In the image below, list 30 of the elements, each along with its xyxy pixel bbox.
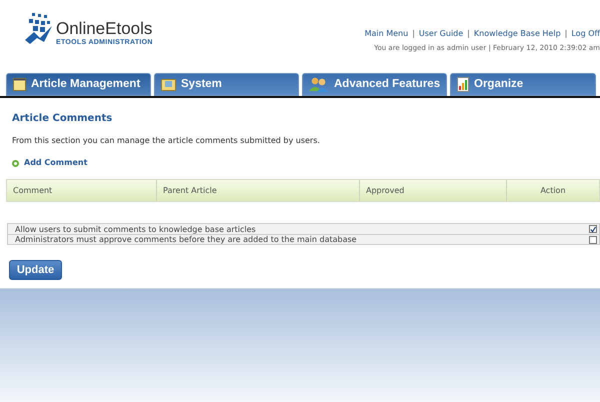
add-comment-link[interactable]: Add Comment [24,157,88,169]
logo-name: OnlineEtools [56,20,153,38]
add-icon [12,160,19,166]
setting-label: Administrators must approve comments before they are added to the main database [14,235,357,244]
users-icon [309,77,329,92]
header-link[interactable]: Knowledge Base Help [474,28,561,40]
link-separator: | [466,28,471,40]
checkbox[interactable] [589,225,597,233]
folder-icon [161,78,176,91]
header-link[interactable]: Log Off [571,28,600,40]
logo-icon [24,12,54,46]
link-separator: | [411,28,416,40]
tab[interactable]: Article Management [6,73,151,96]
column-header: Approved [359,180,506,201]
tab[interactable]: Organize [450,73,596,96]
chart-icon [457,77,469,92]
link-separator: | [564,28,568,40]
column-header: Action [506,180,599,201]
column-header: Parent Article [156,180,359,201]
checkbox[interactable] [589,236,597,244]
header-link[interactable]: User Guide [418,28,464,40]
header-link[interactable]: Main Menu [364,28,408,40]
update-button[interactable]: Update [9,260,62,280]
tab[interactable]: System [154,73,299,96]
notepad-icon [13,78,26,91]
tab[interactable]: Advanced Features [302,73,447,96]
setting-label: Allow users to submit comments to knowledge base articles [14,224,256,234]
section-description: From this section you can manage the article comments submitted by users. [11,135,321,147]
column-header: Comment [12,184,54,196]
section-title: Article Comments [11,112,114,126]
